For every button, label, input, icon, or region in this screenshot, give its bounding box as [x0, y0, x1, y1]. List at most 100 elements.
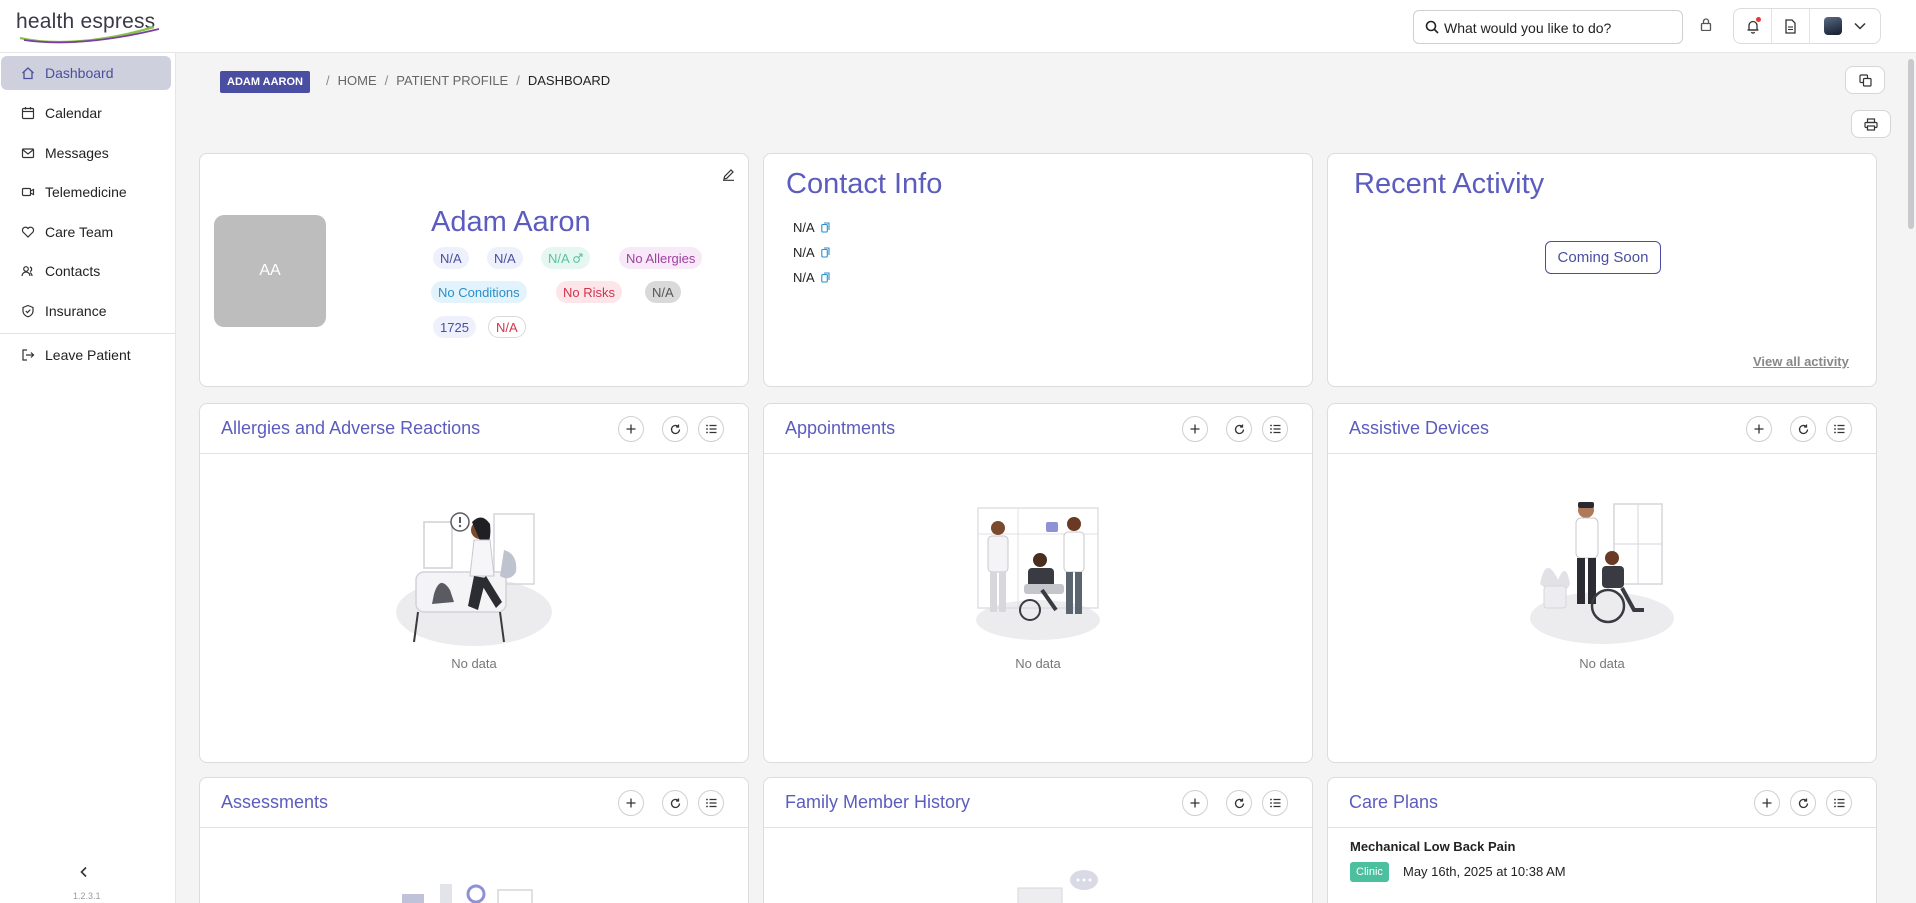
shield-icon — [22, 304, 34, 318]
care-plan-title[interactable]: Mechanical Low Back Pain — [1350, 839, 1515, 854]
widget-title: Family Member History — [785, 792, 971, 812]
refresh-button[interactable] — [1790, 790, 1816, 816]
view-all-activity-link[interactable]: View all activity — [1753, 354, 1849, 369]
list-button[interactable] — [1262, 790, 1288, 816]
heart-icon — [21, 226, 35, 238]
leave-patient-button[interactable]: Leave Patient — [1, 338, 171, 372]
edit-profile-button[interactable] — [722, 168, 735, 186]
refresh-button[interactable] — [662, 790, 688, 816]
plus-icon — [1190, 424, 1200, 434]
sidebar-item-label: Care Team — [45, 224, 114, 240]
chip-value: N/A — [488, 316, 526, 338]
list-icon — [1833, 798, 1844, 808]
copy-icon[interactable] — [820, 247, 830, 258]
user-menu-button[interactable] — [1810, 9, 1880, 43]
coming-soon-button[interactable]: Coming Soon — [1545, 241, 1661, 274]
copy-icon[interactable] — [820, 272, 830, 283]
sidebar-item-label: Insurance — [45, 303, 107, 319]
widget-title: Assessments — [221, 792, 329, 812]
allergies-widget: Allergies and Adverse Reactions No data — [199, 403, 749, 763]
assessments-widget: Assessments — [199, 777, 749, 903]
copy-icon[interactable] — [820, 222, 830, 233]
list-button[interactable] — [1826, 416, 1852, 442]
breadcrumb-separator: / — [516, 73, 520, 88]
refresh-icon — [1798, 424, 1808, 434]
list-button[interactable] — [1262, 416, 1288, 442]
collapse-sidebar-button[interactable] — [78, 865, 90, 883]
breadcrumb-patient-profile[interactable]: PATIENT PROFILE — [396, 73, 508, 88]
list-button[interactable] — [698, 790, 724, 816]
widget-header: Care Plans — [1328, 778, 1876, 828]
refresh-button[interactable] — [662, 416, 688, 442]
lock-button[interactable] — [1695, 13, 1717, 35]
refresh-button[interactable] — [1226, 790, 1252, 816]
calendar-icon — [21, 107, 35, 120]
empty-state-text: No data — [1579, 656, 1625, 671]
app-logo[interactable]: health espress — [14, 8, 164, 44]
refresh-button[interactable] — [1226, 416, 1252, 442]
print-button[interactable] — [1851, 110, 1891, 138]
add-button[interactable] — [618, 790, 644, 816]
page-scrollbar[interactable] — [1906, 53, 1916, 903]
sidebar-item-calendar[interactable]: Calendar — [1, 96, 171, 130]
contact-value: N/A — [793, 245, 815, 260]
search-box[interactable] — [1413, 10, 1683, 44]
sidebar-item-messages[interactable]: Messages — [1, 136, 171, 170]
gender-icon — [572, 252, 583, 263]
contact-info-title: Contact Info — [786, 168, 943, 200]
exit-icon — [22, 349, 35, 361]
care-plan-badge: Clinic — [1350, 862, 1389, 882]
widget-header: Family Member History — [764, 778, 1312, 828]
sidebar-item-label: Telemedicine — [45, 184, 127, 200]
empty-state-illustration — [976, 507, 1100, 640]
scrollbar-thumb[interactable] — [1908, 59, 1914, 229]
add-button[interactable] — [1754, 790, 1780, 816]
widget-title: Allergies and Adverse Reactions — [221, 418, 481, 438]
add-button[interactable] — [1746, 416, 1772, 442]
plus-icon — [1762, 798, 1772, 808]
sidebar-item-care-team[interactable]: Care Team — [1, 215, 171, 249]
sidebar-item-insurance[interactable]: Insurance — [1, 294, 171, 328]
leave-patient-label: Leave Patient — [45, 347, 131, 363]
list-button[interactable] — [698, 416, 724, 442]
care-plan-date: May 16th, 2025 at 10:38 AM — [1403, 864, 1566, 879]
refresh-icon — [670, 424, 680, 434]
add-button[interactable] — [1182, 790, 1208, 816]
breadcrumb-separator: / — [326, 73, 330, 88]
empty-state-illustration — [396, 512, 552, 646]
sidebar-item-label: Dashboard — [45, 65, 114, 81]
lock-icon — [1700, 17, 1712, 31]
top-actions-group — [1733, 8, 1881, 44]
care-plans-widget: Care Plans Mechanical Low Back Pain Clin… — [1327, 777, 1877, 903]
search-input[interactable] — [1444, 17, 1674, 39]
breadcrumb-home[interactable]: HOME — [338, 73, 377, 88]
plus-icon — [626, 798, 636, 808]
pencil-icon — [723, 169, 734, 181]
sidebar-item-contacts[interactable]: Contacts — [1, 254, 171, 288]
patient-badge[interactable]: ADAM AARON — [220, 71, 310, 93]
profile-card: AA Adam Aaron N/A N/A N/A No Allergies N… — [199, 153, 749, 387]
chevron-left-icon — [80, 866, 87, 878]
appointments-widget: Appointments No data — [763, 403, 1313, 763]
assistive-devices-widget: Assistive Devices No data — [1327, 403, 1877, 763]
top-bar: health espress — [0, 0, 1916, 53]
sidebar-item-dashboard[interactable]: Dashboard — [1, 56, 171, 90]
refresh-icon — [1798, 798, 1808, 808]
copy-button[interactable] — [1845, 66, 1885, 94]
contact-row: N/A — [793, 220, 830, 235]
notifications-button[interactable] — [1734, 9, 1772, 43]
sidebar-item-label: Contacts — [45, 263, 101, 279]
add-button[interactable] — [1182, 416, 1208, 442]
sidebar-item-label: Messages — [45, 145, 109, 161]
documents-button[interactable] — [1772, 9, 1810, 43]
sidebar-item-telemedicine[interactable]: Telemedicine — [1, 175, 171, 209]
list-button[interactable] — [1826, 790, 1852, 816]
list-icon — [1833, 424, 1844, 434]
add-button[interactable] — [618, 416, 644, 442]
refresh-button[interactable] — [1790, 416, 1816, 442]
printer-icon — [1864, 117, 1878, 131]
app-version: 1.2.3.1 — [73, 891, 101, 901]
empty-state-illustration — [1017, 870, 1098, 903]
widget-header: Assessments — [200, 778, 748, 828]
contacts-icon — [21, 266, 33, 277]
